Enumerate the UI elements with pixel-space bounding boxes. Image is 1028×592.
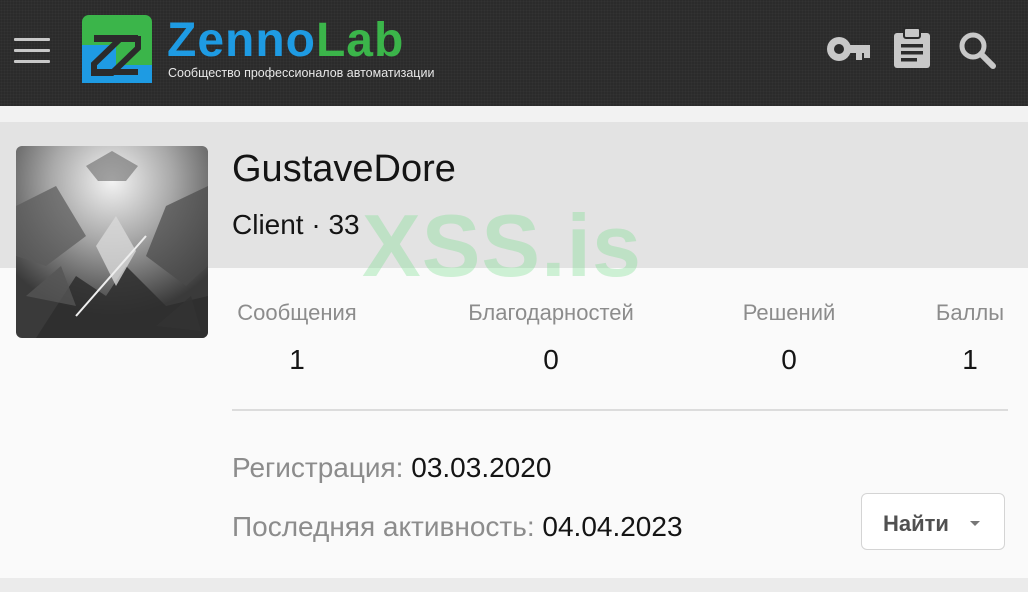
registration-date: 03.03.2020	[411, 452, 552, 483]
site-header: ZennoLab Сообщество профессионалов автом…	[0, 0, 1028, 106]
stat-value-points[interactable]: 1	[962, 344, 978, 376]
stat-label-solutions: Решений	[742, 300, 836, 325]
clipboard-icon[interactable]	[892, 27, 932, 69]
chevron-down-icon	[970, 521, 980, 526]
avatar[interactable]	[16, 146, 208, 338]
last-activity-label: Последняя активность:	[232, 511, 535, 542]
menu-icon[interactable]	[14, 38, 50, 64]
registration-row: Регистрация: 03.03.2020	[232, 448, 551, 488]
site-tagline: Сообщество профессионалов автоматизации	[168, 66, 435, 80]
last-activity-date: 04.04.2023	[542, 511, 683, 542]
site-logo-text[interactable]: ZennoLab	[167, 13, 404, 69]
stats-divider	[232, 409, 1008, 411]
stat-label-points: Баллы	[935, 300, 1005, 325]
registration-label: Регистрация:	[232, 452, 404, 483]
key-icon[interactable]	[826, 35, 872, 63]
stat-value-messages[interactable]: 1	[289, 344, 305, 376]
find-button-label: Найти	[883, 511, 949, 536]
profile-username[interactable]: GustaveDore	[232, 146, 456, 192]
last-activity-row: Последняя активность: 04.04.2023	[232, 507, 683, 547]
profile-user-title: Client · 33	[232, 209, 360, 240]
stat-value-solutions[interactable]: 0	[781, 344, 797, 376]
page-bottom-strip	[0, 578, 1028, 592]
find-dropdown-button[interactable]: Найти	[861, 493, 1005, 550]
zennolab-logo-icon[interactable]	[82, 15, 152, 83]
stat-label-thanks: Благодарностей	[468, 300, 634, 325]
stat-value-thanks[interactable]: 0	[543, 344, 559, 376]
stat-label-messages: Сообщения	[237, 300, 357, 325]
search-icon[interactable]	[958, 31, 996, 69]
